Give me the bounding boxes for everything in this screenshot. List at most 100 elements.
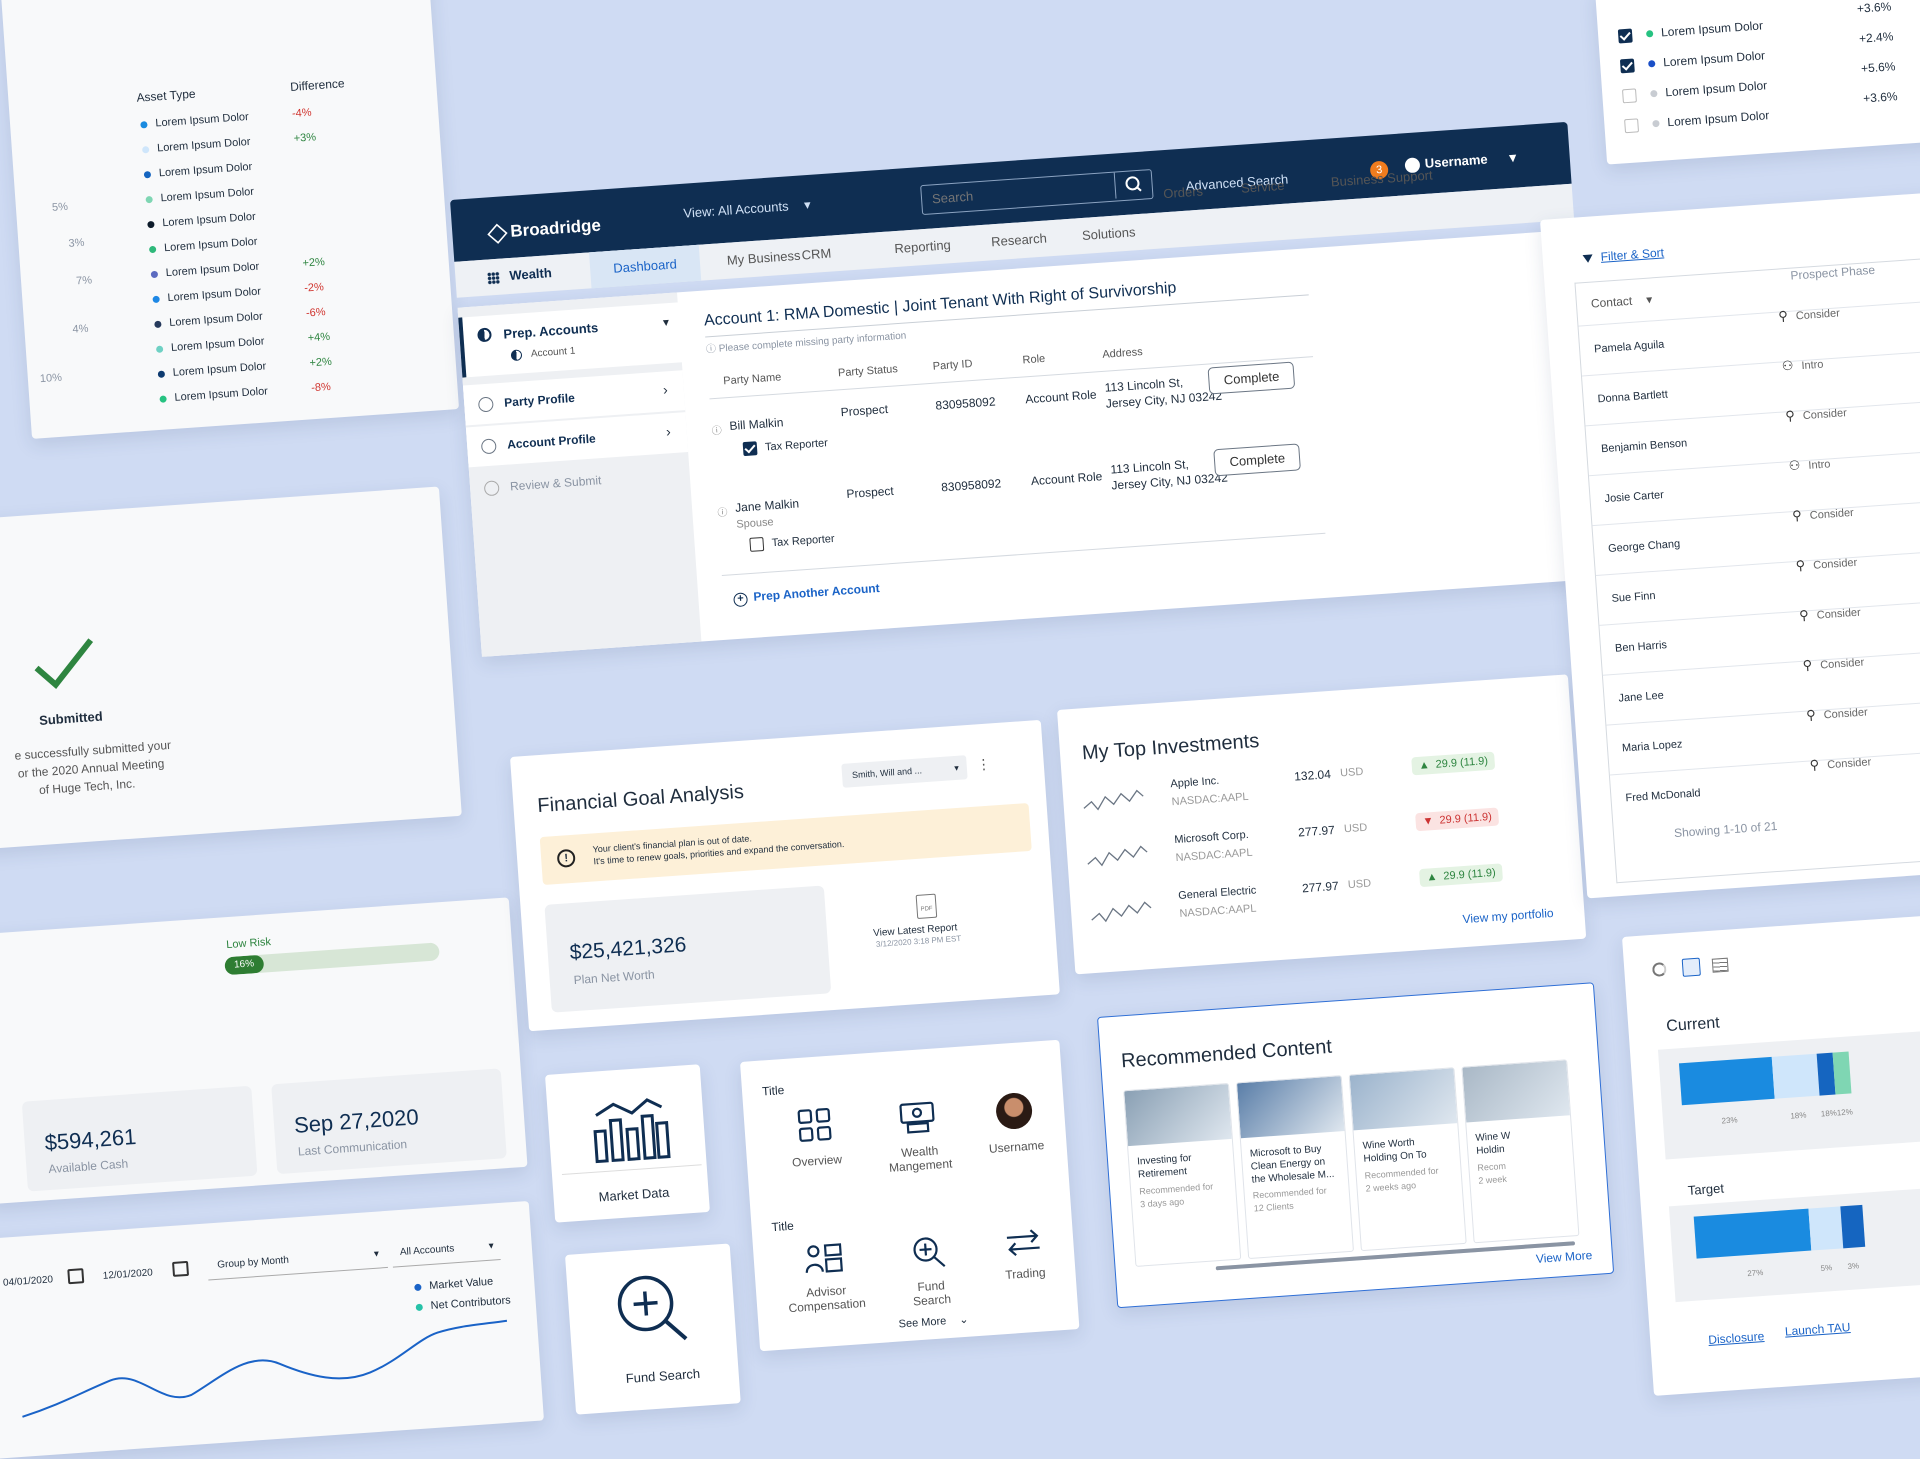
prep-another-account-button[interactable]: + Prep Another Account <box>733 581 880 608</box>
grid-icon <box>487 271 500 285</box>
contact-name[interactable]: Maria Lopez <box>1622 738 1683 754</box>
add-user-icon: ⚲ <box>1777 307 1789 324</box>
launch-tau-link[interactable]: Launch TAU <box>1784 1320 1850 1339</box>
tax-reporter-checkbox[interactable]: Tax Reporter <box>749 532 835 552</box>
view-selector[interactable]: View: All Accounts ▾ <box>683 197 811 222</box>
tile-divider <box>561 1164 702 1176</box>
tool-advisor-compensation[interactable]: Advisor Compensation <box>773 1238 878 1325</box>
more-vertical-icon[interactable]: ⋮ <box>976 756 991 774</box>
accounts-value: All Accounts <box>399 1243 455 1259</box>
donut-chart-icon[interactable] <box>1651 962 1667 977</box>
chevron-down-icon: ▾ <box>488 1240 495 1252</box>
market-data-tile[interactable]: Market Data <box>545 1064 710 1223</box>
available-cash-tile: $594,261 Available Cash <box>21 1085 258 1192</box>
date-from[interactable]: 04/01/2020 <box>3 1274 54 1288</box>
broadridge-logo[interactable]: Broadridge <box>487 216 602 244</box>
nav-item[interactable]: Research <box>991 230 1048 249</box>
checkbox[interactable] <box>1621 88 1637 104</box>
checkbox[interactable] <box>1624 118 1640 134</box>
allocation-segment <box>1832 1051 1852 1095</box>
client-select[interactable]: Smith, Will and ... ▾ <box>841 755 968 788</box>
legend-label: Market Value <box>428 1275 494 1293</box>
contact-name[interactable]: Fred McDonald <box>1625 787 1701 804</box>
current-label: Current <box>1665 1014 1721 1036</box>
username: Username <box>1424 151 1489 171</box>
asset-difference: -2% <box>303 281 325 295</box>
content-item[interactable]: Wine W Holdin Recom 2 week <box>1461 1059 1580 1244</box>
filter-sort-link[interactable]: Filter & Sort <box>1582 245 1664 265</box>
prep-accounts-step[interactable]: Prep. Accounts Account 1 ▾ <box>458 302 686 378</box>
contact-name[interactable]: Josie Carter <box>1604 489 1664 505</box>
tax-reporter-checkbox[interactable]: Tax Reporter <box>742 436 829 457</box>
disclosure-link[interactable]: Disclosure <box>1708 1329 1765 1347</box>
tab-dashboard[interactable]: Dashboard <box>588 244 702 289</box>
tool-wealth-management[interactable]: Wealth Mangement <box>871 1097 967 1193</box>
asset-label: Lorem Ipsum Dolor <box>172 360 267 379</box>
contact-column-header[interactable]: Contact ▾ <box>1590 292 1652 310</box>
asset-label: Lorem Ipsum Dolor <box>158 160 253 180</box>
info-icon[interactable]: ⓘ <box>711 422 722 438</box>
content-meta: Recommended for <box>1138 1181 1214 1197</box>
group-by-select[interactable]: Group by Month ▾ <box>206 1240 388 1281</box>
fund-search-tile[interactable]: Fund Search <box>565 1243 741 1415</box>
asset-label: Lorem Ipsum Dolor <box>165 260 260 280</box>
group-by-value: Group by Month <box>216 1254 290 1271</box>
table-icon[interactable] <box>1711 957 1729 973</box>
calendar-icon[interactable] <box>172 1260 190 1277</box>
tool-fund-search[interactable]: Fund Search <box>888 1232 973 1317</box>
contact-name[interactable]: Pamela Aguila <box>1594 339 1665 356</box>
contact-name[interactable]: Sue Finn <box>1611 590 1656 605</box>
search-box[interactable] <box>920 168 1154 216</box>
checkbox[interactable] <box>1619 58 1635 74</box>
series-label: Lorem Ipsum Dolor <box>1662 48 1766 70</box>
plan-net-worth-tile: $25,421,326 Plan Net Worth <box>544 885 832 1013</box>
checkbox[interactable] <box>742 441 758 457</box>
client-value: Smith, Will and ... <box>851 765 923 781</box>
content-item[interactable]: Investing for Retirement Recommended for 3 … <box>1123 1082 1242 1267</box>
complete-button[interactable]: Complete <box>1207 361 1296 395</box>
nav-item[interactable]: Service <box>1241 178 1285 196</box>
checkbox[interactable] <box>749 536 765 552</box>
tool-username[interactable]: Username <box>973 1090 1059 1185</box>
legend-market-value: Market Value <box>414 1276 494 1293</box>
tool-overview[interactable]: Overview <box>773 1104 858 1179</box>
content-item[interactable]: Wine Worth Holding On To Recommended for 2 … <box>1348 1067 1467 1252</box>
content-thumbnail <box>1236 1076 1345 1139</box>
sparkline <box>1090 898 1152 928</box>
chevron-up-icon[interactable]: ▾ <box>663 315 670 329</box>
contact-name[interactable]: Ben Harris <box>1615 639 1668 655</box>
phase-label: Consider <box>1823 706 1869 722</box>
tab-my-business[interactable]: My Business <box>726 248 801 268</box>
pdf-report-icon[interactable]: PDF <box>915 893 938 919</box>
content-item[interactable]: Microsoft to Buy Clean Energy on the Whole… <box>1235 1075 1354 1260</box>
nav-item[interactable]: Solutions <box>1081 224 1135 243</box>
target-label: Target <box>1687 1180 1725 1199</box>
nav-item[interactable]: CRM <box>801 246 832 263</box>
date-to[interactable]: 12/01/2020 <box>102 1267 153 1281</box>
contact-name[interactable]: Donna Bartlett <box>1597 389 1668 406</box>
allocation-segment <box>1840 1204 1866 1249</box>
contact-name[interactable]: Benjamin Benson <box>1601 437 1688 455</box>
change-badge-down: ▼ 29.9 (11.9) <box>1415 807 1500 832</box>
search-icon[interactable] <box>1113 170 1153 199</box>
prospect-phase: ⚇ Intro <box>1788 455 1831 474</box>
content-meta: Recom <box>1477 1160 1507 1173</box>
checkbox[interactable] <box>1617 28 1633 44</box>
search-input[interactable] <box>921 173 1108 213</box>
nav-item[interactable]: Reporting <box>894 237 951 256</box>
tool-trading[interactable]: Trading <box>982 1225 1067 1310</box>
col-difference: Difference <box>289 76 346 95</box>
contact-name[interactable]: George Chang <box>1608 538 1681 555</box>
investment-ticker: NASDAC:AAPL <box>1175 846 1253 865</box>
contact-name[interactable]: Jane Lee <box>1618 690 1664 705</box>
app-switcher[interactable]: Wealth <box>487 265 552 285</box>
calendar-icon[interactable] <box>67 1268 85 1285</box>
nav-item[interactable]: Orders <box>1163 183 1204 201</box>
view-more-link[interactable]: View More <box>1535 1248 1592 1266</box>
investment-name: Microsoft Corp. <box>1173 828 1250 847</box>
asset-label: Lorem Ipsum Dolor <box>154 110 250 130</box>
complete-button[interactable]: Complete <box>1213 443 1301 477</box>
bar-chart-icon[interactable] <box>1681 957 1701 977</box>
accounts-select[interactable]: All Accounts ▾ <box>391 1233 501 1268</box>
info-icon[interactable]: ⓘ <box>717 503 728 519</box>
